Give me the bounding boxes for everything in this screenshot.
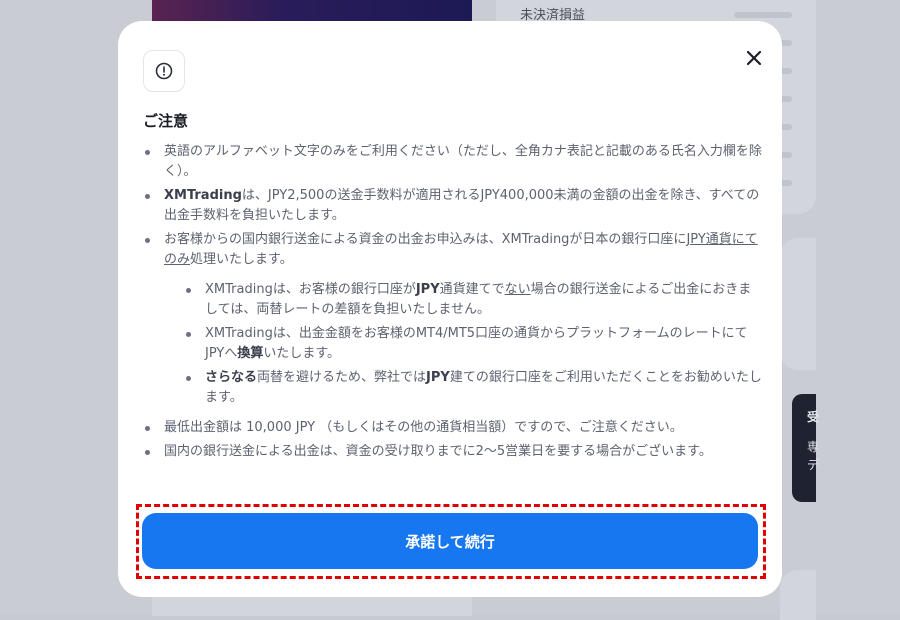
notice-list: 英語のアルファベット文字のみをご利用ください（ただし、全角カナ表記と記載のある氏…	[143, 142, 763, 466]
accept-continue-button[interactable]: 承諾して続行	[142, 513, 758, 569]
alert-circle-icon	[143, 50, 185, 92]
dark-panel-text: 専	[807, 438, 819, 455]
list-item: 英語のアルファベット文字のみをご利用ください（ただし、全角カナ表記と記載のある氏…	[143, 142, 763, 182]
list-item: 国内の銀行送金による出金は、資金の受け取りまでに2〜5営業日を要する場合がござい…	[143, 442, 763, 462]
sub-list: XMTradingは、お客様の銀行口座がJPY通貨建てでない場合の銀行送金による…	[164, 280, 763, 408]
bottom-card	[152, 596, 472, 616]
side-card	[780, 238, 816, 370]
placeholder-value	[734, 12, 792, 18]
list-item: 最低出金額は 10,000 JPY （もしくはその他の通貨相当額）ですので、ご注…	[143, 418, 763, 438]
bottom-card-right	[780, 570, 816, 620]
list-item: XMTradingは、JPY2,500の送金手数料が適用されるJPY400,00…	[143, 186, 763, 226]
close-icon	[745, 49, 763, 67]
sub-list-item: さらなる両替を避けるため、弊社ではJPY建ての銀行口座をご利用いただくことをお勧…	[164, 368, 763, 408]
close-button[interactable]	[740, 44, 768, 72]
dark-panel-text: 受	[807, 408, 819, 425]
sub-list-item: XMTradingは、お客様の銀行口座がJPY通貨建てでない場合の銀行送金による…	[164, 280, 763, 320]
withdrawal-notice-modal: ご注意 英語のアルファベット文字のみをご利用ください（ただし、全角カナ表記と記載…	[118, 21, 782, 597]
dark-panel-text: デ	[807, 456, 819, 473]
list-item: お客様からの国内銀行送金による資金の出金お申込みは、XMTradingが日本の銀…	[143, 230, 763, 408]
sub-list-item: XMTradingは、出金金額をお客様のMT4/MT5口座の通貨からプラットフォ…	[164, 324, 763, 364]
modal-title: ご注意	[143, 110, 188, 131]
